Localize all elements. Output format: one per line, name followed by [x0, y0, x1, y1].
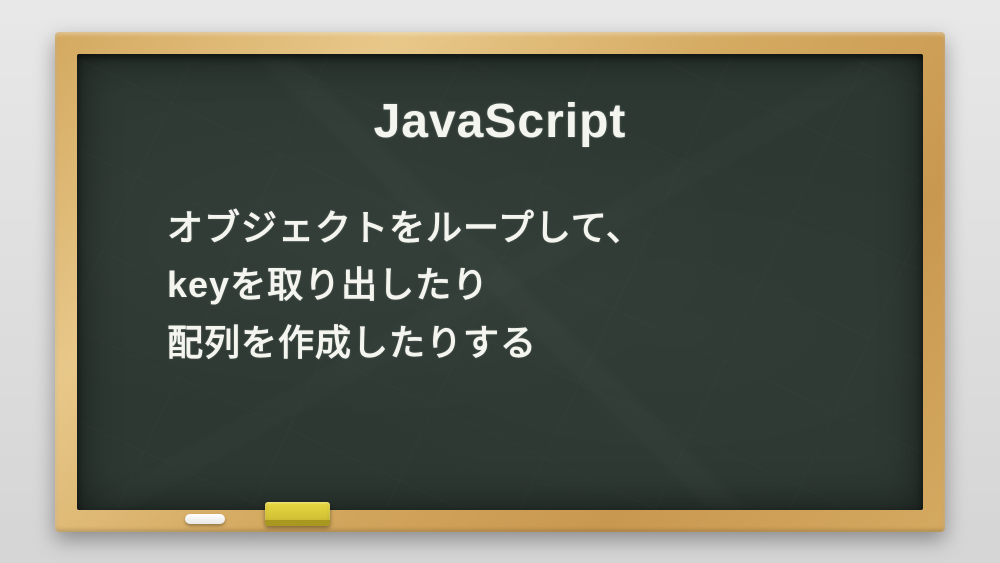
content-line-3: 配列を作成したりする: [167, 314, 863, 372]
chalk-icon: [185, 514, 225, 524]
chalkboard: JavaScript オブジェクトをループして、 keyを取り出したり 配列を作…: [77, 54, 923, 510]
content-line-2: keyを取り出したり: [167, 256, 863, 314]
eraser-icon: [265, 502, 330, 526]
board-title: JavaScript: [137, 94, 863, 149]
board-content: オブジェクトをループして、 keyを取り出したり 配列を作成したりする: [137, 199, 863, 372]
chalkboard-frame: JavaScript オブジェクトをループして、 keyを取り出したり 配列を作…: [55, 32, 945, 532]
content-line-1: オブジェクトをループして、: [167, 199, 863, 257]
